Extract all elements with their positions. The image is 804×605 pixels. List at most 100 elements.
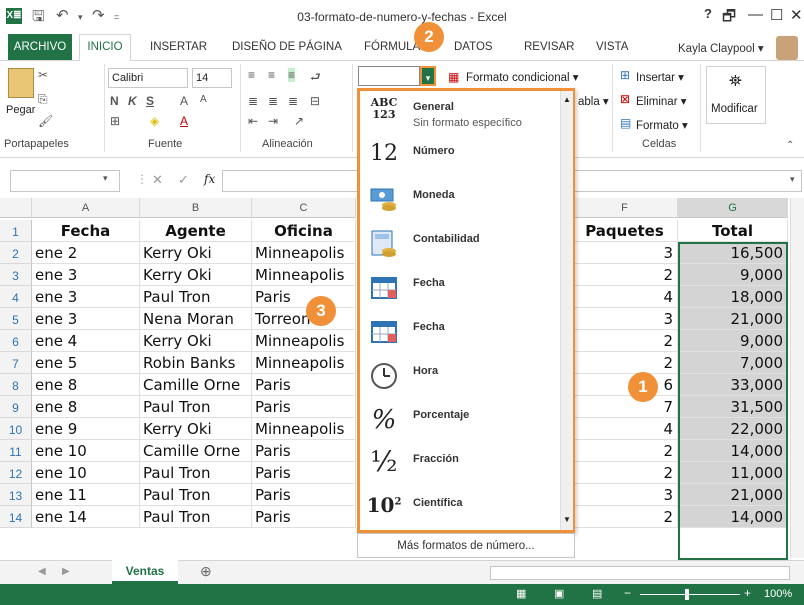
select-all-corner[interactable]: [0, 198, 32, 218]
table-cell[interactable]: 11,000: [678, 462, 788, 484]
menu-item-contabilidad[interactable]: Contabilidad: [360, 223, 560, 268]
collapse-ribbon-icon[interactable]: ⌃: [786, 140, 794, 151]
paste-icon[interactable]: [8, 68, 34, 98]
increase-font-button[interactable]: A: [180, 94, 188, 108]
format-as-table-button[interactable]: abla ▾: [578, 94, 609, 108]
table-cell[interactable]: Minneapolis: [252, 352, 356, 374]
table-cell[interactable]: 21,000: [678, 308, 788, 330]
insert-function-icon[interactable]: fx: [204, 172, 215, 186]
expand-formula-bar-icon[interactable]: ▾: [790, 174, 795, 185]
table-cell[interactable]: Paris: [252, 374, 356, 396]
delete-cells-icon[interactable]: ⊠: [620, 92, 630, 106]
table-cell[interactable]: Paris: [252, 484, 356, 506]
tab-inicio[interactable]: INICIO: [79, 34, 131, 61]
number-format-dropdown-icon[interactable]: ▾: [420, 66, 436, 86]
table-cell[interactable]: Paul Tron: [140, 396, 252, 418]
align-middle-icon[interactable]: ≡: [268, 68, 275, 82]
scroll-up-icon[interactable]: ▲: [563, 95, 571, 104]
format-cells-button[interactable]: Formato ▾: [636, 118, 688, 132]
table-cell[interactable]: ene 3: [32, 308, 140, 330]
decrease-indent-icon[interactable]: ⇤: [248, 114, 258, 128]
header-cell[interactable]: Oficina: [252, 220, 356, 242]
table-cell[interactable]: Paris: [252, 396, 356, 418]
tab-revisar[interactable]: REVISAR: [524, 41, 575, 53]
table-cell[interactable]: Paris: [252, 286, 356, 308]
table-cell[interactable]: ene 10: [32, 440, 140, 462]
row-header[interactable]: 4: [0, 286, 32, 308]
fill-color-icon[interactable]: ◈: [150, 114, 159, 128]
vertical-scrollbar[interactable]: [790, 198, 804, 558]
table-cell[interactable]: 9,000: [678, 264, 788, 286]
close-icon[interactable]: ✕: [790, 6, 803, 24]
table-cell[interactable]: Torreon: [252, 308, 356, 330]
table-cell[interactable]: 2: [572, 462, 678, 484]
insert-cells-icon[interactable]: ⊞: [620, 68, 630, 82]
table-cell[interactable]: 14,000: [678, 506, 788, 528]
table-cell[interactable]: ene 11: [32, 484, 140, 506]
number-format-box[interactable]: [358, 66, 420, 86]
zoom-slider[interactable]: [640, 594, 740, 595]
table-cell[interactable]: 33,000: [678, 374, 788, 396]
row-header[interactable]: 7: [0, 352, 32, 374]
align-right-icon[interactable]: ≣: [288, 94, 298, 108]
add-sheet-icon[interactable]: ⊕: [200, 563, 212, 580]
header-cell[interactable]: Paquetes: [572, 220, 678, 242]
zoom-level[interactable]: 100%: [764, 588, 792, 600]
table-cell[interactable]: Paul Tron: [140, 462, 252, 484]
menu-item-nmero[interactable]: 12 Número: [360, 135, 560, 180]
conditional-format-icon[interactable]: ▦: [448, 70, 459, 84]
cut-icon[interactable]: ✂: [38, 68, 48, 82]
row-header[interactable]: 14: [0, 506, 32, 528]
table-cell[interactable]: ene 2: [32, 242, 140, 264]
menu-item-porcentaje[interactable]: % Porcentaje: [360, 399, 560, 444]
menu-scrollbar[interactable]: ▲ ▼: [560, 91, 573, 530]
table-cell[interactable]: Robin Banks: [140, 352, 252, 374]
italic-button[interactable]: K: [128, 94, 137, 108]
tab-diseno-pagina[interactable]: DISEÑO DE PÁGINA: [232, 41, 342, 53]
menu-item-fecha[interactable]: Fecha: [360, 267, 560, 312]
conditional-format-button[interactable]: Formato condicional ▾: [466, 70, 579, 84]
align-left-icon[interactable]: ≣: [248, 94, 258, 108]
table-cell[interactable]: 7: [572, 396, 678, 418]
chevron-down-icon[interactable]: ▾: [103, 173, 108, 184]
table-cell[interactable]: Kerry Oki: [140, 418, 252, 440]
table-cell[interactable]: 2: [572, 440, 678, 462]
table-cell[interactable]: 31,500: [678, 396, 788, 418]
table-cell[interactable]: 22,000: [678, 418, 788, 440]
table-cell[interactable]: ene 5: [32, 352, 140, 374]
menu-item-hora[interactable]: Hora: [360, 355, 560, 400]
table-cell[interactable]: 7,000: [678, 352, 788, 374]
insert-cells-button[interactable]: Insertar ▾: [636, 70, 684, 84]
orientation-icon[interactable]: ↗: [294, 114, 304, 128]
row-header[interactable]: 6: [0, 330, 32, 352]
decrease-font-button[interactable]: A: [200, 94, 207, 105]
table-cell[interactable]: Minneapolis: [252, 330, 356, 352]
table-cell[interactable]: Paris: [252, 462, 356, 484]
font-color-icon[interactable]: A: [180, 114, 188, 128]
wrap-text-icon[interactable]: ⮐: [310, 68, 321, 89]
table-cell[interactable]: ene 8: [32, 396, 140, 418]
row-header[interactable]: 10: [0, 418, 32, 440]
menu-item-fecha[interactable]: Fecha: [360, 311, 560, 356]
row-header[interactable]: 8: [0, 374, 32, 396]
row-header[interactable]: 13: [0, 484, 32, 506]
normal-view-icon[interactable]: ▦: [516, 587, 526, 600]
table-cell[interactable]: 6: [572, 374, 678, 396]
menu-item-general[interactable]: ABC 123 General Sin formato específico: [360, 91, 560, 136]
avatar[interactable]: [776, 36, 798, 60]
table-cell[interactable]: 3: [572, 242, 678, 264]
align-top-icon[interactable]: ≡: [248, 68, 255, 82]
row-header[interactable]: 2: [0, 242, 32, 264]
tab-datos[interactable]: DATOS: [454, 41, 493, 53]
copy-icon[interactable]: ⎘: [38, 92, 48, 107]
table-cell[interactable]: Paul Tron: [140, 506, 252, 528]
row-header[interactable]: 12: [0, 462, 32, 484]
table-cell[interactable]: Paul Tron: [140, 484, 252, 506]
next-sheet-icon[interactable]: ▶: [62, 566, 70, 577]
format-painter-icon[interactable]: 🖌: [38, 114, 53, 128]
table-cell[interactable]: 2: [572, 330, 678, 352]
minimize-icon[interactable]: —: [748, 6, 763, 23]
underline-button[interactable]: S: [146, 94, 154, 108]
more-number-formats-link[interactable]: Más formatos de número...: [357, 533, 575, 558]
column-header-b[interactable]: B: [140, 198, 252, 218]
